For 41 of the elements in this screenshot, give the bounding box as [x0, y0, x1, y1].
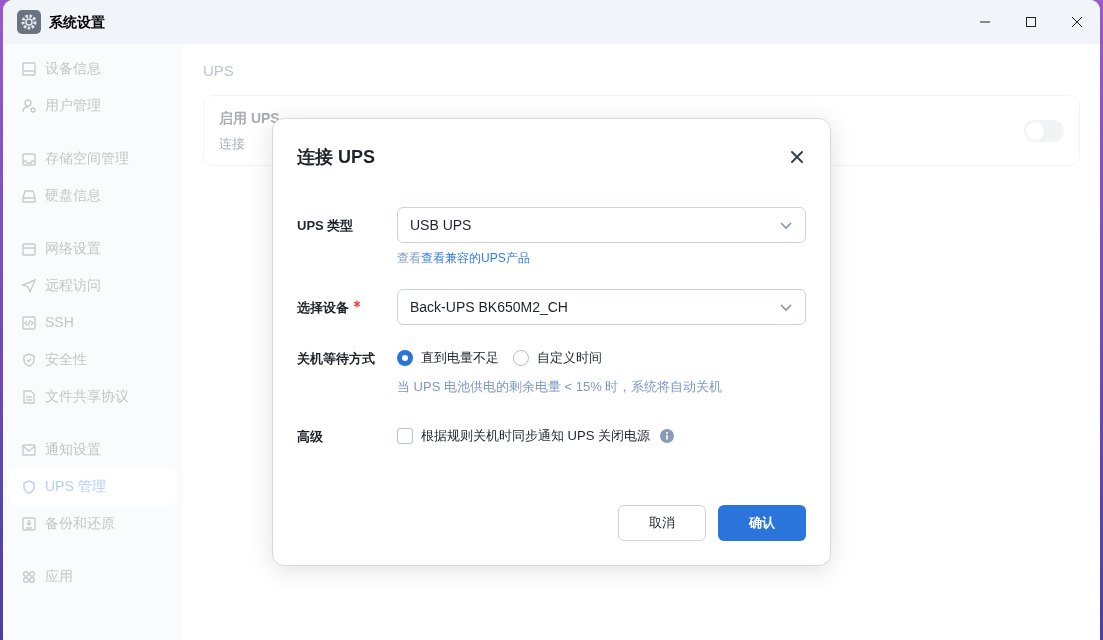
radio-button[interactable]	[513, 350, 529, 366]
dialog-title: 连接 UPS	[297, 145, 375, 169]
field-label: 高级	[297, 427, 323, 446]
document-icon	[21, 388, 37, 405]
code-icon	[21, 314, 37, 331]
radio-button[interactable]	[397, 350, 413, 366]
checkbox[interactable]	[397, 427, 413, 444]
mail-icon	[21, 441, 37, 458]
card-subtitle: 连接	[219, 134, 246, 153]
drive-icon	[21, 187, 37, 204]
close-icon[interactable]	[790, 150, 804, 164]
monitor-icon	[21, 60, 37, 77]
hint-text: 当 UPS 电池供电的剩余电量 < 15% 时，系统将自动关机	[397, 378, 724, 396]
cancel-button[interactable]: 取消	[618, 505, 706, 541]
info-icon[interactable]	[659, 428, 674, 443]
shield-icon	[21, 478, 37, 495]
maximize-icon	[1025, 16, 1037, 28]
window-title: 系统设置	[49, 12, 105, 32]
shield-check-icon	[21, 351, 37, 368]
save-icon	[21, 515, 37, 532]
sidebar-item[interactable]: UPS 管理	[9, 468, 177, 505]
radio-label: 自定义时间	[537, 349, 602, 368]
grid-icon	[21, 568, 37, 585]
card-title: 启用 UPS	[219, 108, 280, 128]
user-icon	[21, 97, 37, 114]
radio-label: 直到电量不足	[421, 349, 499, 368]
gear-icon	[17, 10, 41, 34]
field-label: 关机等待方式	[297, 350, 375, 368]
dropdown-field[interactable]: USB UPS	[397, 207, 806, 243]
confirm-button[interactable]: 确认	[718, 505, 806, 541]
window-icon	[21, 240, 37, 257]
compatibility-link[interactable]: 查看兼容的UPS产品	[421, 249, 530, 267]
dropdown-field[interactable]: Back-UPS BK650M2_CH	[397, 289, 806, 325]
close-icon	[1071, 16, 1083, 28]
help-text: 查看	[397, 250, 421, 267]
send-icon	[21, 277, 37, 294]
page-title: UPS	[203, 61, 235, 81]
field-label: UPS 类型	[297, 217, 354, 235]
field-label: 选择设备	[297, 299, 349, 317]
tray-icon	[21, 150, 37, 167]
checkbox-label: 根据规则关机时同步通知 UPS 关闭电源	[421, 426, 650, 445]
